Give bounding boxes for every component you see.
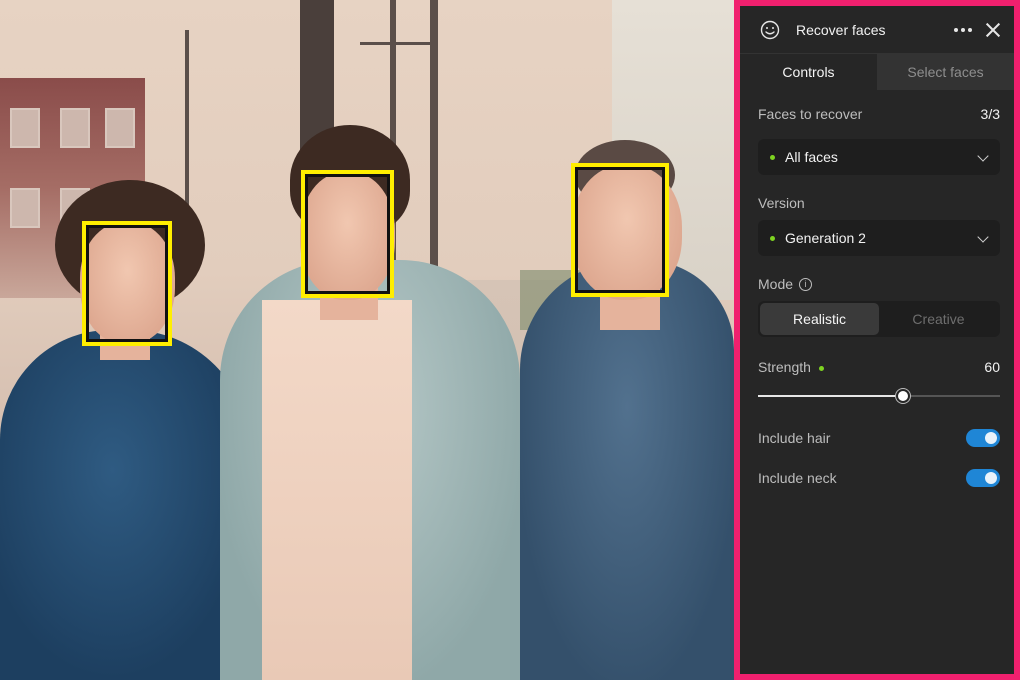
version-row: Version bbox=[758, 195, 1000, 211]
panel-tabs: Controls Select faces bbox=[740, 54, 1014, 90]
panel-header: Recover faces bbox=[740, 6, 1014, 54]
version-dropdown[interactable]: Generation 2 bbox=[758, 220, 1000, 256]
mode-creative-button[interactable]: Creative bbox=[879, 303, 998, 335]
include-hair-label: Include hair bbox=[758, 430, 831, 446]
strength-row: Strength 60 bbox=[758, 359, 1000, 375]
mode-label: Mode bbox=[758, 276, 794, 292]
chevron-down-icon bbox=[978, 152, 988, 162]
photo-canvas[interactable] bbox=[0, 0, 734, 680]
faces-to-recover-count: 3/3 bbox=[980, 106, 1000, 122]
include-neck-toggle[interactable] bbox=[966, 469, 1000, 487]
more-options-icon[interactable] bbox=[952, 27, 974, 32]
app-root: Recover faces Controls Select faces Face… bbox=[0, 0, 1020, 680]
strength-label-wrap: Strength bbox=[758, 359, 824, 375]
person-left bbox=[0, 330, 250, 680]
recover-faces-panel: Recover faces Controls Select faces Face… bbox=[734, 0, 1020, 680]
strength-slider[interactable] bbox=[758, 389, 1000, 403]
faces-to-recover-label: Faces to recover bbox=[758, 106, 863, 122]
info-icon[interactable]: i bbox=[799, 277, 813, 291]
close-icon[interactable] bbox=[986, 23, 1000, 37]
smiley-face-icon bbox=[760, 20, 780, 40]
tab-controls[interactable]: Controls bbox=[740, 54, 877, 90]
face-box-1[interactable] bbox=[82, 221, 172, 346]
mode-realistic-button[interactable]: Realistic bbox=[760, 303, 879, 335]
slider-thumb[interactable] bbox=[896, 389, 911, 403]
faces-dropdown[interactable]: All faces bbox=[758, 139, 1000, 175]
strength-label: Strength bbox=[758, 359, 811, 375]
include-neck-label: Include neck bbox=[758, 470, 837, 486]
include-hair-toggle[interactable] bbox=[966, 429, 1000, 447]
mode-row: Mode i bbox=[758, 276, 1000, 292]
status-dot-icon bbox=[770, 154, 775, 160]
faces-dropdown-value: All faces bbox=[785, 149, 838, 165]
panel-title: Recover faces bbox=[796, 21, 886, 38]
version-dropdown-value: Generation 2 bbox=[785, 230, 866, 246]
include-neck-row: Include neck bbox=[758, 469, 1000, 487]
chevron-down-icon bbox=[978, 233, 988, 243]
version-label: Version bbox=[758, 195, 805, 211]
faces-to-recover-row: Faces to recover 3/3 bbox=[758, 106, 1000, 122]
slider-fill bbox=[758, 395, 904, 397]
panel-body: Faces to recover 3/3 All faces Version G… bbox=[740, 106, 1014, 487]
face-box-3[interactable] bbox=[571, 163, 669, 297]
status-dot-icon bbox=[818, 365, 824, 371]
strength-value: 60 bbox=[984, 359, 1000, 375]
status-dot-icon bbox=[770, 235, 775, 241]
include-hair-row: Include hair bbox=[758, 429, 1000, 447]
face-box-2[interactable] bbox=[301, 170, 394, 298]
tab-select-faces[interactable]: Select faces bbox=[877, 54, 1014, 90]
mode-segmented-control: Realistic Creative bbox=[758, 301, 1000, 337]
